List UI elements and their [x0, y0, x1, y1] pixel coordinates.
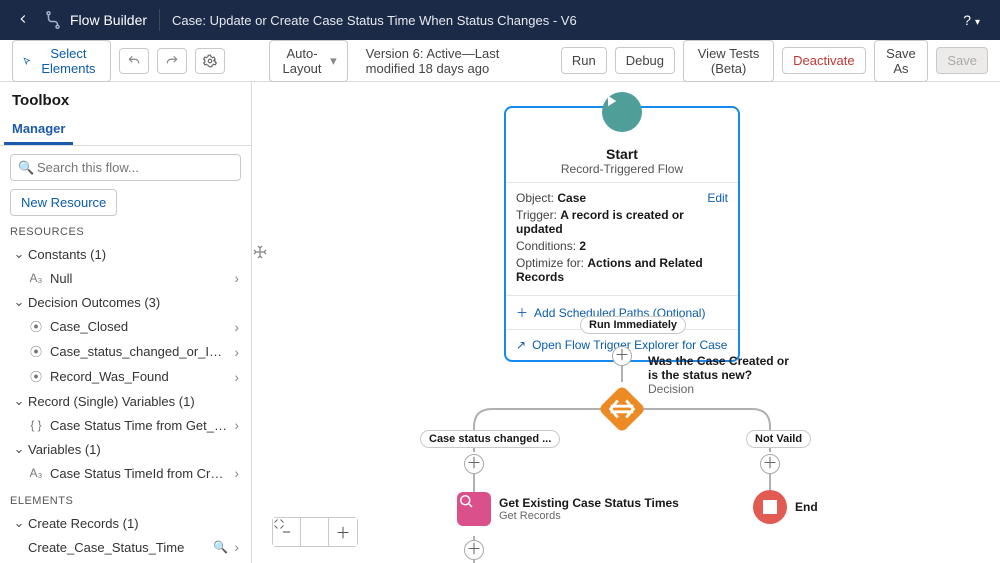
redo-icon: [165, 54, 179, 68]
view-tests-button[interactable]: View Tests (Beta): [683, 40, 774, 82]
save-as-button[interactable]: Save As: [874, 40, 929, 82]
product-brand: Flow Builder: [44, 11, 147, 29]
version-status: Version 6: Active—Last modified 18 days …: [366, 46, 545, 76]
edit-link[interactable]: Edit: [707, 191, 728, 205]
search-input[interactable]: [10, 154, 241, 181]
stop-icon: [763, 500, 777, 514]
add-element-button[interactable]: ＋: [464, 540, 484, 560]
deactivate-button[interactable]: Deactivate: [782, 47, 865, 74]
toolbox-title: Toolbox: [0, 82, 251, 113]
app-header: Flow Builder Case: Update or Create Case…: [0, 0, 1000, 40]
fit-icon: [273, 518, 285, 530]
toolbox-tabs: Manager: [0, 113, 251, 146]
header-divider: [159, 9, 160, 31]
resources-heading: RESOURCES: [10, 226, 241, 238]
group-variables[interactable]: ⌄Variables (1): [10, 437, 241, 461]
zoom-controls: − ＋: [272, 517, 358, 547]
add-element-button[interactable]: ＋: [612, 346, 632, 366]
cursor-icon: [252, 244, 268, 260]
flow-icon: [44, 11, 62, 29]
decision-caption: Was the Case Created or is the status ne…: [648, 354, 798, 396]
elements-heading: ELEMENTS: [10, 495, 241, 507]
start-subtitle: Record-Triggered Flow: [514, 162, 730, 176]
fit-to-screen-button[interactable]: [301, 518, 329, 546]
locate-icon[interactable]: 🔍: [207, 540, 228, 554]
help-menu[interactable]: ? ▾: [953, 8, 990, 32]
element-create-case-status-time[interactable]: Create_Case_Status_Time🔍›: [26, 535, 241, 559]
plus-icon: ＋: [516, 304, 528, 321]
run-button[interactable]: Run: [561, 47, 607, 74]
add-element-button[interactable]: ＋: [464, 454, 484, 474]
start-title: Start: [514, 146, 730, 162]
recordvar-case-status-time[interactable]: { }Case Status Time from Get_Existi...›: [26, 413, 241, 437]
add-element-button[interactable]: ＋: [760, 454, 780, 474]
group-record-vars[interactable]: ⌄Record (Single) Variables (1): [10, 389, 241, 413]
select-elements-button[interactable]: Select Elements: [12, 40, 111, 82]
search-icon: 🔍: [18, 160, 34, 176]
group-decision-outcomes[interactable]: ⌄Decision Outcomes (3): [10, 290, 241, 314]
start-details: Edit Object: Case Trigger: A record is c…: [506, 182, 738, 295]
variable-case-status-timeid[interactable]: A₃Case Status TimeId from Create_...›: [26, 461, 241, 485]
layout-mode-select[interactable]: Auto-Layout ▾: [269, 40, 348, 82]
outcome-case-status-changed[interactable]: ⦿Case_status_changed_or_ISNEW›: [26, 339, 241, 364]
undo-button[interactable]: [119, 48, 149, 74]
resource-null[interactable]: A₃Null›: [26, 266, 241, 290]
outcome-case-closed[interactable]: ⦿Case_Closed›: [26, 314, 241, 339]
save-button: Save: [936, 47, 988, 74]
group-create-records[interactable]: ⌄Create Records (1): [10, 511, 241, 535]
branch-right-label: Not Vaild: [746, 430, 811, 448]
back-button[interactable]: [10, 6, 36, 35]
new-resource-button[interactable]: New Resource: [10, 189, 117, 216]
external-link-icon: ↗: [516, 338, 526, 352]
flow-canvas[interactable]: Start Record-Triggered Flow Edit Object:…: [252, 82, 1000, 563]
search-records-icon: [457, 492, 475, 510]
toolbox-panel: Toolbox Manager 🔍 New Resource RESOURCES…: [0, 82, 252, 563]
debug-button[interactable]: Debug: [615, 47, 675, 74]
start-play-icon: [602, 92, 642, 132]
outcome-record-was-found[interactable]: ⦿Record_Was_Found›: [26, 364, 241, 389]
group-decisions[interactable]: ⌄Decisions (3): [10, 559, 241, 563]
flow-title: Case: Update or Create Case Status Time …: [172, 13, 577, 28]
tab-manager[interactable]: Manager: [4, 113, 73, 145]
branch-left-label: Case status changed ...: [420, 430, 560, 448]
action-bar: Select Elements Auto-Layout ▾ Version 6:…: [0, 40, 1000, 82]
gear-icon: [203, 54, 217, 68]
decision-icon: [605, 392, 639, 426]
run-immediately-label: Run Immediately: [580, 316, 686, 334]
decision-node[interactable]: [598, 385, 646, 433]
group-constants[interactable]: ⌄Constants (1): [10, 242, 241, 266]
cursor-icon: [23, 55, 31, 67]
undo-icon: [127, 54, 141, 68]
zoom-in-button[interactable]: ＋: [329, 518, 357, 546]
end-node[interactable]: End: [753, 490, 818, 524]
settings-button[interactable]: [195, 48, 225, 74]
redo-button[interactable]: [157, 48, 187, 74]
get-records-node[interactable]: Get Existing Case Status Times Get Recor…: [457, 492, 679, 526]
product-name: Flow Builder: [70, 12, 147, 28]
